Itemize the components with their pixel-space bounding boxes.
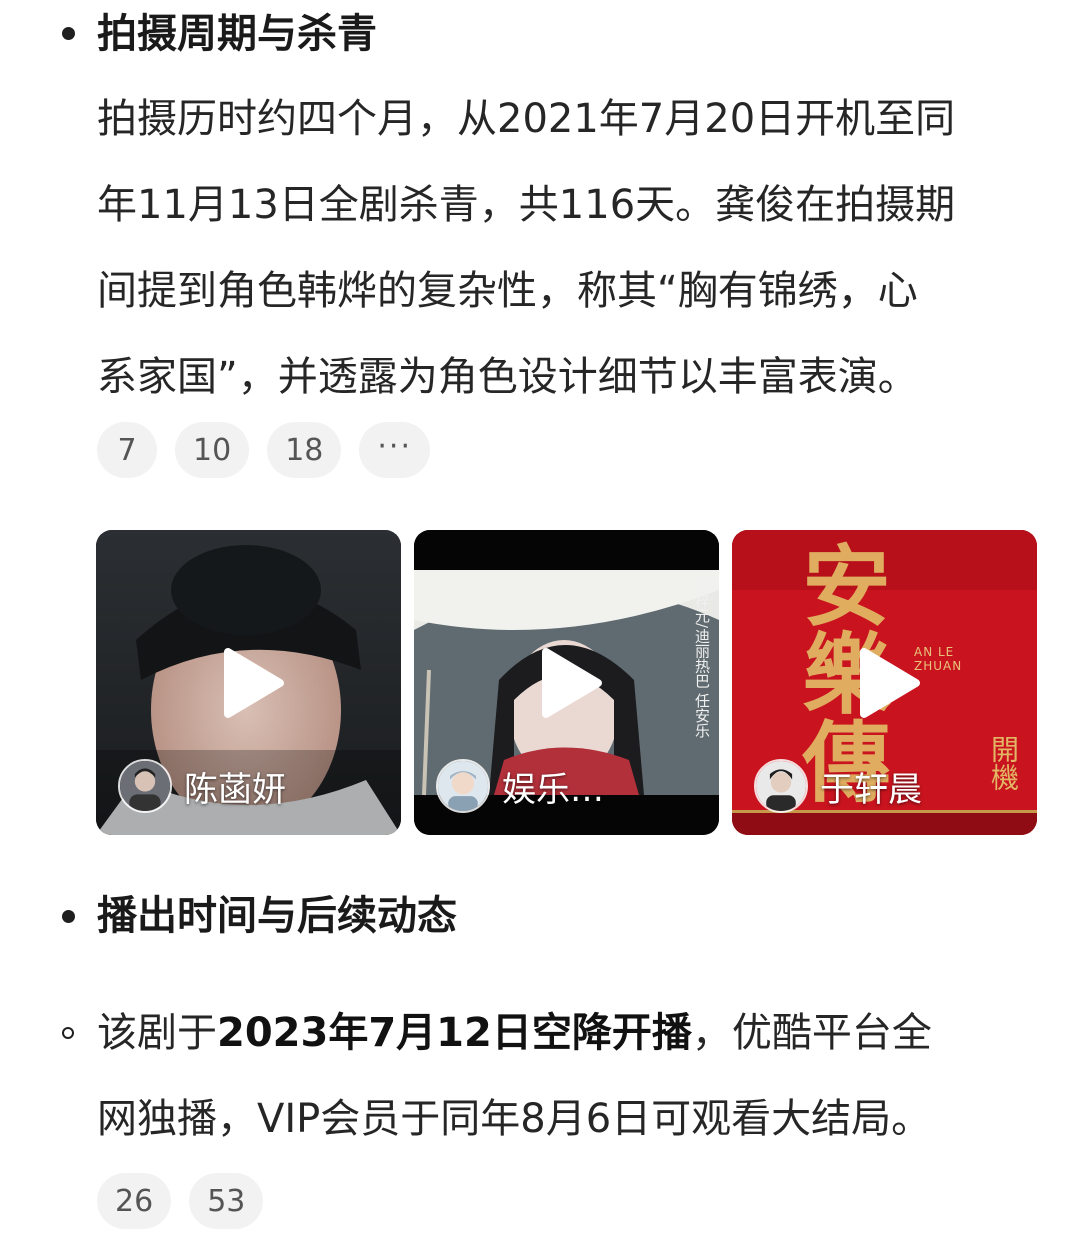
reference-chip[interactable]: 18	[267, 422, 342, 478]
reference-chip[interactable]: 53	[189, 1173, 264, 1229]
bullet-icon	[62, 910, 75, 923]
video-author: 于轩晨	[754, 759, 922, 813]
highlighted-date: 2023年7月12日空降开播	[217, 1010, 692, 1056]
overlay-caption: 任安乐	[693, 692, 711, 738]
paragraph-line: 拍摄历时约四个月，从2021年7月20日开机至同	[97, 96, 956, 142]
overlay-caption: 帝梓元/迪丽热巴	[693, 578, 711, 689]
paragraph-line: 年11月13日全剧杀青，共116天。龚俊在拍摄期	[97, 182, 956, 228]
video-overlay-side: 開機	[987, 735, 1020, 791]
reference-chip[interactable]: 10	[175, 422, 250, 478]
section-heading-broadcast: 播出时间与后续动态	[97, 893, 457, 939]
paragraph-line: 该剧于2023年7月12日空降开播，优酷平台全	[97, 990, 1047, 1076]
video-overlay-text: 帝梓元/迪丽热巴 任安乐	[693, 578, 711, 738]
video-author: 陈菡妍	[118, 759, 286, 813]
reference-chips: 7 10 18 ···	[97, 422, 430, 478]
video-author-name: 于轩晨	[820, 769, 922, 810]
more-references-button[interactable]: ···	[359, 422, 430, 478]
paragraph-line: 间提到角色韩烨的复杂性，称其“胸有锦绣，心	[97, 268, 918, 314]
section-heading-filming: 拍摄周期与杀青	[97, 11, 377, 57]
video-card[interactable]: 安樂傳 AN LE ZHUAN 開機 于轩晨	[732, 530, 1037, 835]
avatar	[754, 759, 808, 813]
bullet-icon	[62, 27, 75, 40]
reference-chips: 26 53	[97, 1173, 264, 1229]
paragraph-text: ，优酷平台全	[691, 1010, 932, 1056]
reference-chip[interactable]: 26	[97, 1173, 172, 1229]
play-icon[interactable]	[528, 644, 606, 722]
video-author-name: 陈菡妍	[184, 769, 286, 810]
video-card[interactable]: 帝梓元/迪丽热巴 任安乐 娱乐…	[414, 530, 719, 835]
video-carousel: 陈菡妍 帝梓元/迪丽热巴 任安乐 娱乐… 安樂傳 AN LE ZHUAN 開機 …	[96, 530, 1037, 835]
play-icon[interactable]	[210, 644, 288, 722]
paragraph-line: 网独播，VIP会员于同年8月6日可观看大结局。	[97, 1096, 932, 1142]
video-author-name: 娱乐…	[502, 769, 604, 810]
paragraph-text: 该剧于	[97, 1010, 217, 1056]
filming-paragraph: 拍摄历时约四个月，从2021年7月20日开机至同 年11月13日全剧杀青，共11…	[97, 76, 1047, 420]
sub-bullet-icon	[62, 1027, 74, 1039]
play-icon[interactable]	[846, 644, 924, 722]
video-card[interactable]: 陈菡妍	[96, 530, 401, 835]
paragraph-line: 系家国”，并透露为角色设计细节以丰富表演。	[97, 354, 918, 400]
broadcast-paragraph: 该剧于2023年7月12日空降开播，优酷平台全 网独播，VIP会员于同年8月6日…	[97, 990, 1047, 1162]
avatar	[436, 759, 490, 813]
avatar	[118, 759, 172, 813]
reference-chip[interactable]: 7	[97, 422, 157, 478]
video-author: 娱乐…	[436, 759, 604, 813]
